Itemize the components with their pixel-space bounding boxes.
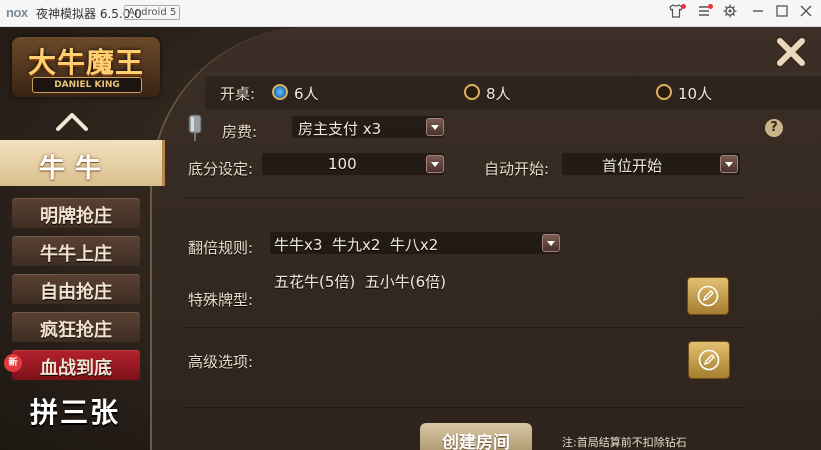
notification-dot xyxy=(708,4,713,9)
menu-item-label: 自由抢庄 xyxy=(40,282,112,303)
autostart-label: 自动开始: xyxy=(484,160,550,178)
autostart-dropdown[interactable]: 首位开始 xyxy=(562,153,740,175)
create-room-label: 创建房间 xyxy=(442,433,510,450)
help-icon[interactable]: ? xyxy=(765,119,783,137)
base-score-dropdown-arrow-icon[interactable] xyxy=(426,155,444,173)
autostart-dropdown-arrow-icon[interactable] xyxy=(720,155,738,173)
menu-item-fengkuang[interactable]: 疯狂抢庄 xyxy=(12,312,140,342)
advanced-edit-button[interactable] xyxy=(688,341,730,379)
menu-item-shangzhuang[interactable]: 牛牛上庄 xyxy=(12,236,140,266)
pencil-icon xyxy=(697,285,719,307)
menu-item-pinsanzhang[interactable]: 拼三张 xyxy=(0,391,150,435)
special-value: 五花牛(5倍) 五小牛(6倍) xyxy=(274,273,447,291)
multiplier-value: 牛牛x3 牛九x2 牛八x2 xyxy=(274,236,439,254)
radio-8-label: 8人 xyxy=(486,85,511,103)
menu-tab-niuniu[interactable]: 牛牛 xyxy=(0,140,165,186)
gear-icon[interactable] xyxy=(722,4,738,20)
scroll-up-chevron-icon[interactable] xyxy=(52,109,92,135)
menu-item-label: 血战到底 xyxy=(40,358,112,379)
minimize-icon[interactable] xyxy=(750,4,766,20)
menu-item-ziyou[interactable]: 自由抢庄 xyxy=(12,274,140,304)
radio-6-players[interactable] xyxy=(272,84,288,100)
new-badge: 新 xyxy=(4,354,22,372)
game-screen: 大牛魔王 DANIEL KING 牛牛 明牌抢庄 牛牛上庄 自由抢庄 疯狂抢庄 … xyxy=(0,27,821,450)
radio-6-label: 6人 xyxy=(294,85,319,103)
menu-item-xuezhan[interactable]: 血战到底 xyxy=(12,350,140,380)
logo-title: 大牛魔王 xyxy=(27,46,144,79)
divider xyxy=(183,197,743,199)
create-room-button[interactable]: 创建房间 xyxy=(420,423,532,450)
menu-item-label: 明牌抢庄 xyxy=(40,206,112,227)
close-icon[interactable] xyxy=(774,35,808,69)
base-score-value: 100 xyxy=(328,155,357,173)
base-score-label: 底分设定: xyxy=(188,160,254,178)
pencil-icon xyxy=(698,349,720,371)
game-logo: 大牛魔王 DANIEL KING xyxy=(12,37,160,101)
divider xyxy=(183,407,743,409)
special-edit-button[interactable] xyxy=(687,277,729,315)
notification-dot xyxy=(681,4,686,9)
fee-label: 房费: xyxy=(222,123,258,141)
advanced-label: 高级选项: xyxy=(188,353,254,371)
autostart-value: 首位开始 xyxy=(602,157,663,175)
android-version-badge: Android 5 xyxy=(124,5,181,20)
radio-10-label: 10人 xyxy=(678,85,713,103)
diamond-note: 注:首局结算前不扣除钻石 xyxy=(562,436,687,449)
base-score-dropdown[interactable]: 100 xyxy=(262,153,444,175)
divider xyxy=(183,327,743,329)
pin-icon xyxy=(186,113,204,143)
menu-tab-label: 牛牛 xyxy=(38,154,111,184)
special-label: 特殊牌型: xyxy=(188,291,254,309)
fee-dropdown-arrow-icon[interactable] xyxy=(426,118,444,136)
radio-10-players[interactable] xyxy=(656,84,672,100)
multiplier-label: 翻倍规则: xyxy=(188,239,254,257)
close-window-icon[interactable] xyxy=(798,4,814,20)
menu-item-label: 牛牛上庄 xyxy=(40,244,112,265)
fee-value: 房主支付 x3 xyxy=(298,120,382,138)
menu-item-mingpai[interactable]: 明牌抢庄 xyxy=(12,198,140,228)
emulator-titlebar: nox 夜神模拟器 6.5.0.0 Android 5 xyxy=(0,0,821,27)
fee-dropdown[interactable]: 房主支付 x3 xyxy=(292,116,444,138)
menu-item-label: 疯狂抢庄 xyxy=(40,320,112,341)
radio-8-players[interactable] xyxy=(464,84,480,100)
multiplier-dropdown-arrow-icon[interactable] xyxy=(542,234,560,252)
multiplier-dropdown[interactable]: 牛牛x3 牛九x2 牛八x2 xyxy=(270,232,560,254)
players-label: 开桌: xyxy=(220,85,256,103)
maximize-icon[interactable] xyxy=(774,4,790,20)
logo-subtitle: DANIEL KING xyxy=(32,77,142,93)
nox-logo: nox xyxy=(6,5,28,20)
